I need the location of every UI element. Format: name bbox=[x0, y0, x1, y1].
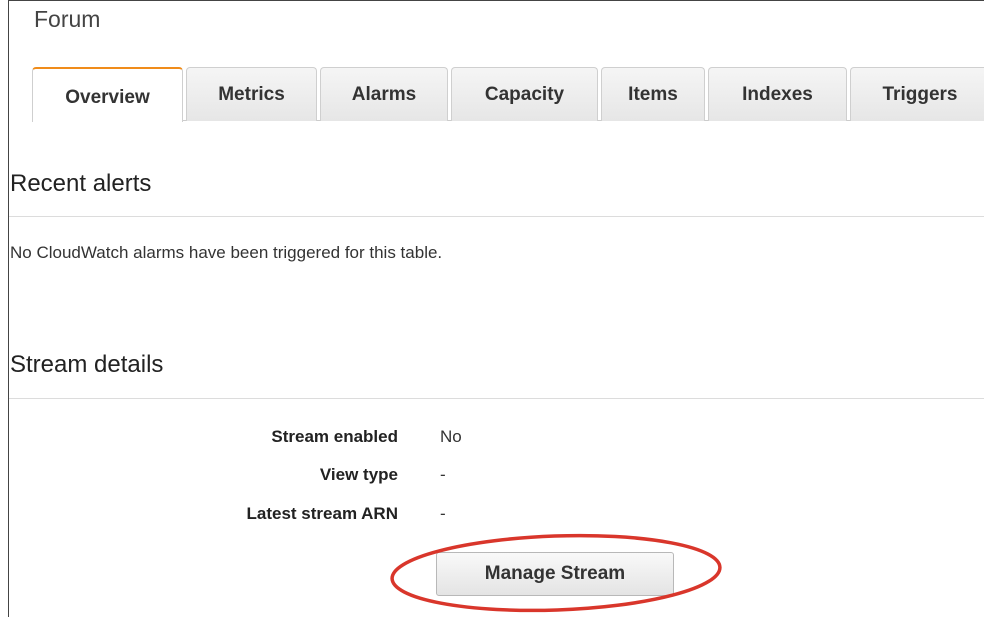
detail-row-latest-stream-arn: Latest stream ARN - bbox=[0, 504, 600, 530]
tab-indexes[interactable]: Indexes bbox=[708, 67, 847, 121]
detail-row-stream-enabled: Stream enabled No bbox=[0, 427, 600, 453]
tab-capacity[interactable]: Capacity bbox=[451, 67, 598, 121]
tab-bar: Overview Metrics Alarms Capacity Items I… bbox=[32, 67, 984, 122]
view-type-value: - bbox=[440, 465, 446, 484]
latest-stream-arn-label: Latest stream ARN bbox=[246, 504, 398, 523]
recent-alerts-heading: Recent alerts bbox=[10, 170, 152, 197]
tab-alarms[interactable]: Alarms bbox=[320, 67, 448, 121]
table-title: Forum bbox=[34, 6, 101, 32]
stream-enabled-value: No bbox=[440, 427, 462, 446]
recent-alerts-message: No CloudWatch alarms have been triggered… bbox=[10, 243, 443, 262]
stream-enabled-label: Stream enabled bbox=[271, 427, 398, 446]
latest-stream-arn-value: - bbox=[440, 504, 446, 523]
tab-items[interactable]: Items bbox=[601, 67, 705, 121]
stream-details-divider bbox=[9, 398, 984, 399]
tab-overview[interactable]: Overview bbox=[32, 67, 183, 122]
stream-details-heading: Stream details bbox=[10, 351, 164, 378]
view-type-label: View type bbox=[319, 465, 398, 484]
tab-triggers[interactable]: Triggers bbox=[850, 67, 984, 121]
recent-alerts-divider bbox=[9, 216, 984, 217]
detail-row-view-type: View type - bbox=[0, 465, 600, 491]
tab-metrics[interactable]: Metrics bbox=[186, 67, 317, 121]
manage-stream-button[interactable]: Manage Stream bbox=[436, 552, 674, 596]
